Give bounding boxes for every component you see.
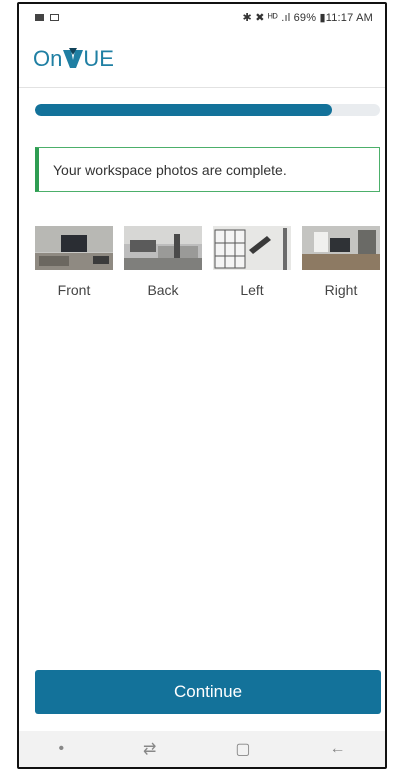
nav-dot-icon[interactable]: • (58, 740, 64, 758)
image-notification-icon (50, 13, 59, 21)
continue-button[interactable]: Continue (35, 670, 381, 714)
photo-front-thumbnail (35, 226, 113, 270)
home-icon[interactable]: ▢ (235, 739, 250, 759)
photo-back-thumbnail (124, 226, 202, 270)
photo-right-label: Right (324, 282, 358, 298)
progress-bar (35, 104, 380, 116)
photo-left-thumbnail (213, 226, 291, 270)
onvue-logo: On UE (33, 46, 114, 72)
recents-icon[interactable]: ⇄ (143, 739, 156, 759)
back-icon[interactable]: ← (329, 740, 345, 758)
app-header: On UE (19, 30, 385, 88)
message-notification-icon (35, 13, 44, 21)
android-nav-bar: • ⇄ ▢ ← (19, 731, 385, 767)
photo-back-label: Back (147, 282, 179, 298)
photo-right-thumbnail (302, 226, 380, 270)
status-bar: ✱ ✖ ᴴᴰ .ıl 69% ▮11:17 AM (19, 4, 385, 30)
photo-front-label: Front (57, 282, 91, 298)
photo-left-label: Left (240, 282, 264, 298)
notification-icons (35, 13, 59, 21)
phone-frame: ✱ ✖ ᴴᴰ .ıl 69% ▮11:17 AM On UE Your work… (17, 2, 387, 769)
photo-right[interactable]: Right (302, 226, 380, 298)
logo-text-on: On (33, 45, 63, 71)
photo-back[interactable]: Back (124, 226, 202, 298)
logo-v-mark-icon (63, 47, 84, 68)
progress-fill (35, 104, 332, 116)
workspace-photos: Front Back Left Right (35, 226, 380, 298)
photo-left[interactable]: Left (213, 226, 291, 298)
success-alert: Your workspace photos are complete. (35, 147, 380, 192)
status-right: ✱ ✖ ᴴᴰ .ıl 69% ▮11:17 AM (242, 11, 373, 24)
photo-front[interactable]: Front (35, 226, 113, 298)
logo-text-ue: UE (83, 45, 114, 71)
alert-message: Your workspace photos are complete. (53, 161, 287, 178)
